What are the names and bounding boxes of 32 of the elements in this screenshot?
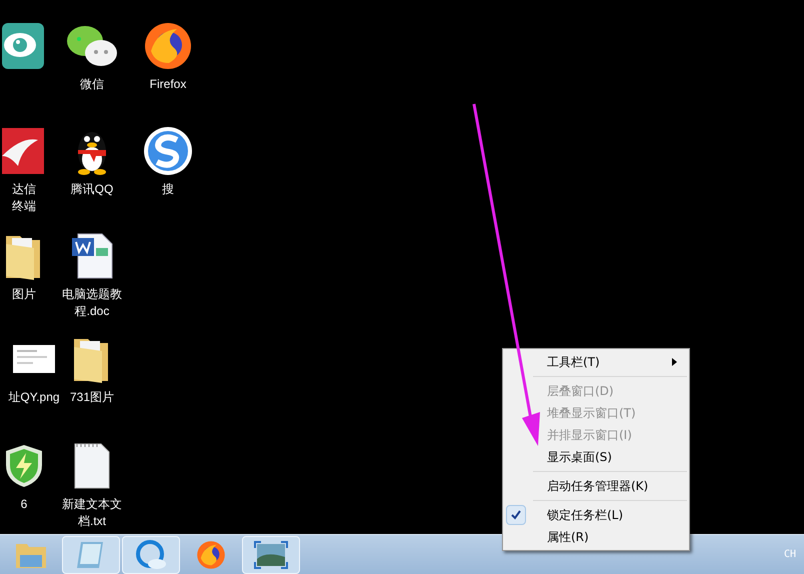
shield-bolt-icon	[4, 443, 44, 489]
eye-app-icon	[2, 21, 46, 71]
taskbar-button[interactable]	[242, 536, 300, 574]
icon-label[interactable]: 腾讯QQ	[70, 181, 114, 198]
icon-label[interactable]: 6	[20, 496, 28, 513]
chat-bubbles-icon	[65, 23, 119, 69]
menu-item[interactable]: 锁定任务栏(L)	[503, 504, 689, 526]
checkmark-icon	[506, 505, 526, 525]
text-file-icon	[73, 442, 111, 490]
icon-label[interactable]: Firefox	[150, 76, 186, 93]
menu-item[interactable]: 工具栏(T)	[503, 351, 689, 373]
menu-item[interactable]: 显示桌面(S)	[503, 446, 689, 468]
taskbar-button[interactable]	[122, 536, 180, 574]
menu-item[interactable]: 属性(R)	[503, 526, 689, 548]
icon-label[interactable]: 搜	[162, 181, 174, 198]
menu-item[interactable]: 启动任务管理器(K)	[503, 475, 689, 497]
submenu-caret-icon	[672, 358, 677, 366]
browser-icon	[135, 540, 167, 570]
icon-label[interactable]: 电脑选题教 程.doc	[62, 286, 122, 320]
image-thumbnail-icon	[13, 345, 55, 373]
icon-label[interactable]: 微信	[80, 76, 104, 93]
icon-label[interactable]: 731图片	[70, 389, 114, 406]
icon-label[interactable]: 址QY.png	[8, 389, 60, 406]
fox-globe-icon	[143, 21, 193, 71]
fox-globe-icon	[196, 540, 226, 570]
icon-label[interactable]: 达信 终端	[12, 181, 36, 215]
icon-label[interactable]: 图片	[12, 286, 36, 303]
icon-label[interactable]: 新建文本文 档.txt	[62, 496, 122, 530]
document-icon	[70, 232, 114, 280]
swoosh-app-icon	[2, 126, 46, 176]
s-circle-icon	[143, 126, 193, 176]
photo-viewer-icon	[254, 540, 288, 568]
